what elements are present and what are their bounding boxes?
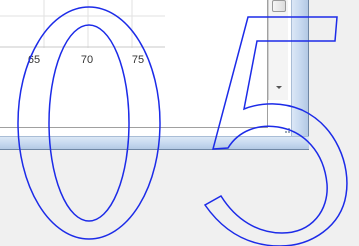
scrollbar-thumb[interactable]	[272, 0, 286, 12]
scroll-down-button[interactable]	[272, 78, 286, 96]
chart-panel	[0, 0, 268, 128]
window-frame-right[interactable]	[291, 0, 309, 150]
chevron-down-icon	[276, 86, 282, 89]
vertical-scrollbar[interactable]	[268, 0, 288, 100]
screenshot-stage: 65 70 75	[0, 0, 359, 246]
window-content: 65 70 75	[0, 0, 293, 136]
application-window: 65 70 75	[0, 0, 308, 150]
window-frame-bottom[interactable]	[0, 136, 309, 150]
